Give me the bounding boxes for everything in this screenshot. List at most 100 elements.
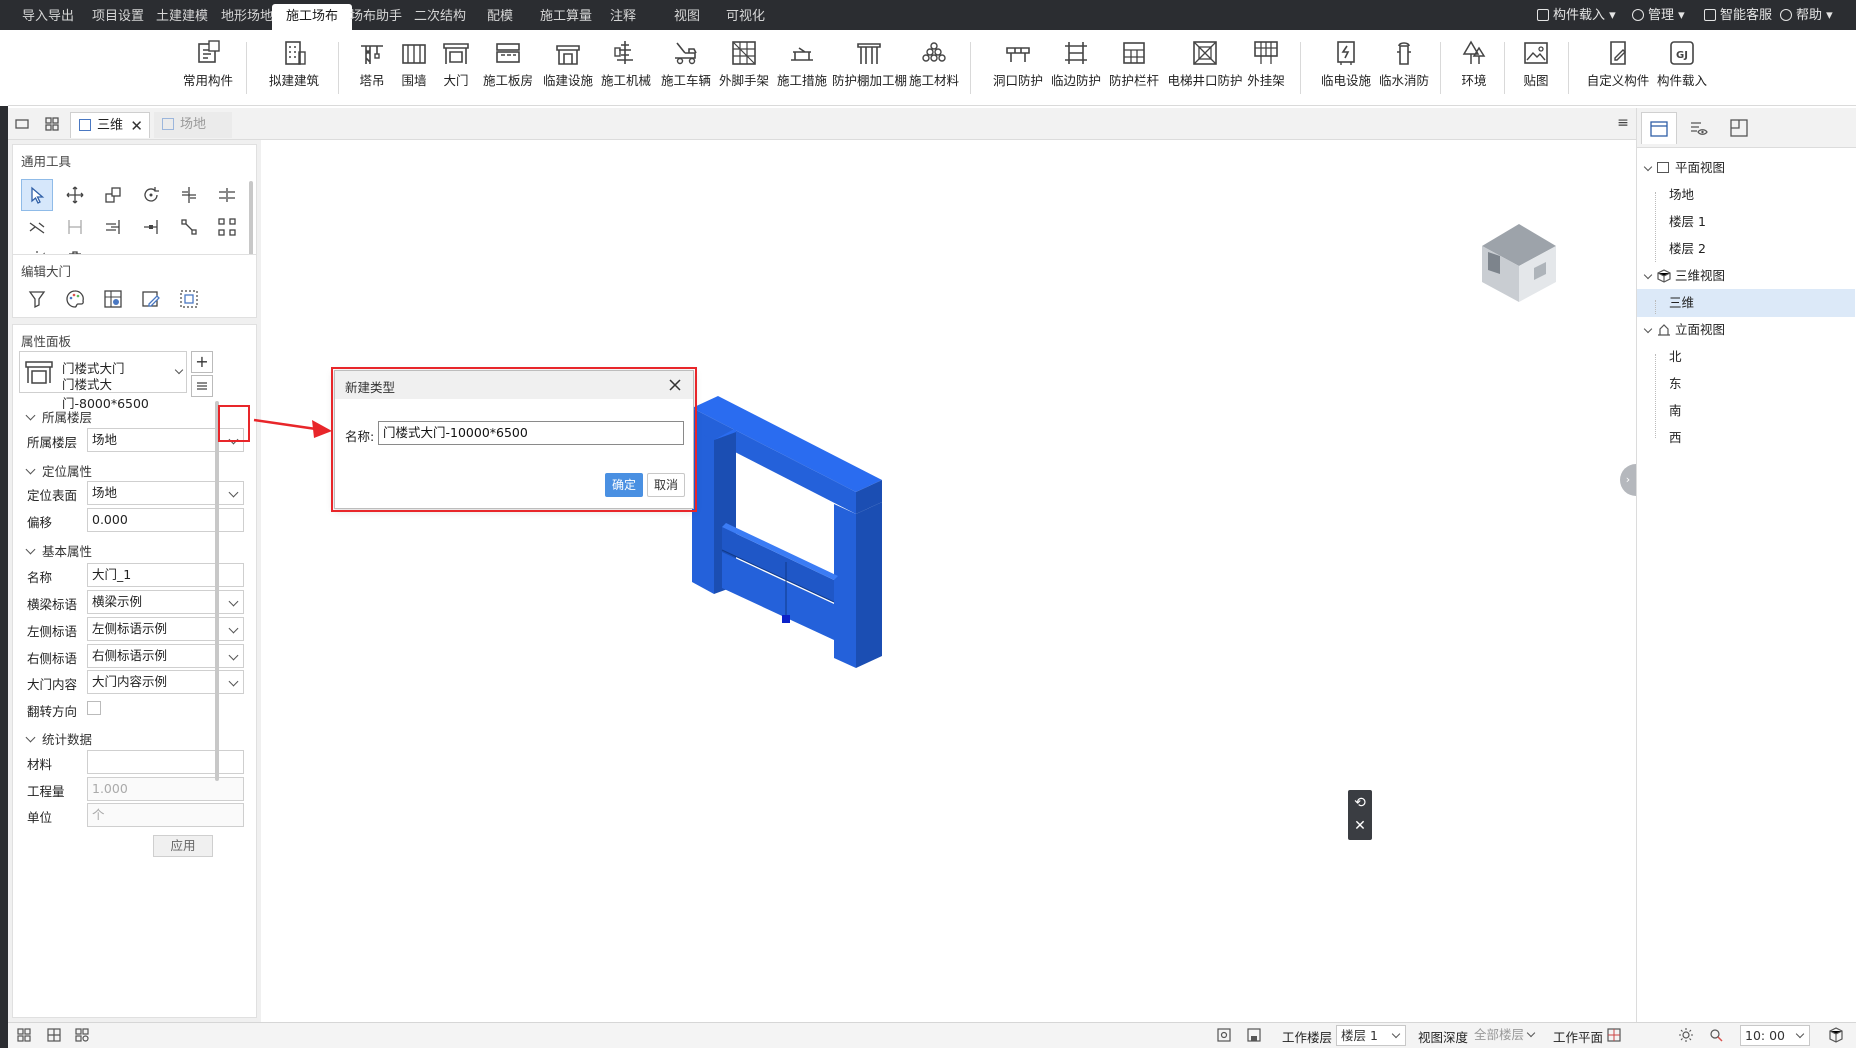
edit-type-tool[interactable] xyxy=(135,283,167,315)
menu-tab-quantity[interactable]: 施工算量 xyxy=(526,4,606,30)
view-cube-icon[interactable] xyxy=(1474,216,1564,306)
extend-tool[interactable] xyxy=(97,211,129,243)
layout-grid-icon[interactable] xyxy=(46,1027,62,1043)
environment-button[interactable]: 环境 xyxy=(1456,36,1492,100)
view-depth-select[interactable]: 全部楼层 xyxy=(1470,1025,1540,1046)
layout-single-icon[interactable] xyxy=(16,1027,32,1043)
floor-select[interactable]: 场地 xyxy=(87,428,244,452)
tree-node-3d[interactable]: 三维 xyxy=(1637,289,1855,317)
cancel-button[interactable]: 取消 xyxy=(647,473,685,497)
menu-tab-secondary-structure[interactable]: 二次结构 xyxy=(400,4,480,30)
cube-view-icon[interactable] xyxy=(1828,1027,1844,1043)
break-tool[interactable] xyxy=(21,211,53,243)
no-shadow-icon[interactable] xyxy=(1708,1027,1724,1043)
ok-button[interactable]: 确定 xyxy=(605,473,643,497)
menu-tab-formwork[interactable]: 配模 xyxy=(473,4,527,30)
construction-machinery-button[interactable]: 施工机械 xyxy=(598,36,654,100)
time-select[interactable]: 10: 00 xyxy=(1740,1025,1810,1046)
apply-button[interactable]: 应用 xyxy=(153,835,213,857)
type-settings-button[interactable] xyxy=(191,375,213,397)
offset-input[interactable]: 0.000 xyxy=(87,508,244,532)
split-tool[interactable] xyxy=(173,211,205,243)
tab-visibility[interactable] xyxy=(1681,112,1717,144)
protective-shed-button[interactable]: 防护棚加工棚 xyxy=(832,36,907,100)
tower-crane-button[interactable]: 塔吊 xyxy=(354,36,390,100)
right-slogan-select[interactable]: 右侧标语示例 xyxy=(87,644,244,668)
save-view-icon[interactable] xyxy=(1246,1027,1262,1043)
temporary-facility-button[interactable]: 临建设施 xyxy=(540,36,596,100)
construction-vehicle-button[interactable]: 施工车辆 xyxy=(658,36,714,100)
reset-view-icon[interactable]: ⟲ xyxy=(1351,794,1369,812)
align-tool[interactable] xyxy=(173,179,205,211)
section-floor[interactable]: 所属楼层 xyxy=(25,407,92,426)
external-scaffold-button[interactable]: 外脚手架 xyxy=(716,36,772,100)
manage-menu[interactable]: 管理 ▾ xyxy=(1632,5,1685,27)
doc-tab-site[interactable]: 场地 xyxy=(154,112,232,138)
view-toggle-icon[interactable] xyxy=(14,116,30,132)
tree-node-plan-views[interactable]: 平面视图 xyxy=(1637,154,1855,182)
proposed-building-button[interactable]: 拟建建筑 xyxy=(266,36,322,100)
type-name-input[interactable]: 门楼式大门-10000*6500 xyxy=(378,421,684,445)
enclosure-wall-button[interactable]: 围墙 xyxy=(396,36,432,100)
gate-button[interactable]: 大门 xyxy=(438,36,474,100)
close-icon[interactable]: ✕ xyxy=(1351,817,1369,835)
filter-tool[interactable] xyxy=(21,283,53,315)
select-similar-tool[interactable] xyxy=(173,283,205,315)
new-type-button[interactable]: + xyxy=(191,351,213,373)
guard-rail-button[interactable]: 防护栏杆 xyxy=(1106,36,1162,100)
work-floor-select[interactable]: 楼层 1 xyxy=(1336,1025,1406,1046)
texture-tool[interactable] xyxy=(97,283,129,315)
tab-views[interactable] xyxy=(1641,112,1677,144)
tree-node-3d-views[interactable]: 三维视图 xyxy=(1637,262,1855,290)
construction-material-button[interactable]: 施工材料 xyxy=(906,36,962,100)
select-tool[interactable] xyxy=(21,179,53,211)
tree-node-south[interactable]: 南 xyxy=(1637,397,1855,425)
flip-checkbox[interactable] xyxy=(87,701,101,715)
copy-tool[interactable] xyxy=(97,179,129,211)
rotate-tool[interactable] xyxy=(135,179,167,211)
name-input[interactable]: 大门_1 xyxy=(87,563,244,587)
offset-tool[interactable] xyxy=(211,179,243,211)
doc-tab-3d[interactable]: 三维 ✕ xyxy=(70,112,150,138)
component-load-button[interactable]: GJ 构件载入 xyxy=(1654,36,1710,100)
tree-node-elevation-views[interactable]: 立面视图 xyxy=(1637,316,1855,344)
section-stats[interactable]: 统计数据 xyxy=(25,729,92,748)
grid-view-icon[interactable] xyxy=(44,116,60,132)
menu-lines-icon[interactable]: ≡ xyxy=(1614,114,1632,132)
construction-measures-button[interactable]: 施工措施 xyxy=(774,36,830,100)
properties-scrollbar[interactable] xyxy=(215,401,219,781)
tree-node-floor-1[interactable]: 楼层 1 xyxy=(1637,208,1855,236)
material-input[interactable] xyxy=(87,750,244,774)
work-plane-icon[interactable] xyxy=(1606,1027,1622,1043)
dialog-close-button[interactable] xyxy=(665,375,685,395)
hanging-frame-button[interactable]: 外挂架 xyxy=(1244,36,1288,100)
measure-tool[interactable] xyxy=(59,211,91,243)
gate-3d-model[interactable] xyxy=(682,380,932,680)
array-tool[interactable] xyxy=(211,211,243,243)
menu-tab-visualization[interactable]: 可视化 xyxy=(712,4,779,30)
sun-icon[interactable] xyxy=(1678,1027,1694,1043)
type-selector[interactable]: 门楼式大门 门楼式大门-8000*6500 xyxy=(19,351,187,411)
water-fire-button[interactable]: 临水消防 xyxy=(1376,36,1432,100)
menu-tab-annotation[interactable]: 注释 xyxy=(596,4,650,30)
tree-node-north[interactable]: 北 xyxy=(1637,343,1855,371)
common-component-button[interactable]: 常用构件 xyxy=(180,36,236,100)
beam-slogan-select[interactable]: 横梁示例 xyxy=(87,590,244,614)
layout-multi-icon[interactable] xyxy=(74,1027,90,1043)
section-position[interactable]: 定位属性 xyxy=(25,461,92,480)
close-tab-icon[interactable]: ✕ xyxy=(130,113,143,139)
collapse-panel-handle[interactable]: › xyxy=(1620,464,1636,496)
move-tool[interactable] xyxy=(59,179,91,211)
section-basic[interactable]: 基本属性 xyxy=(25,541,92,560)
zoom-fit-icon[interactable] xyxy=(1216,1027,1232,1043)
custom-component-button[interactable]: 自定义构件 xyxy=(1584,36,1652,100)
tab-layout[interactable] xyxy=(1721,112,1757,144)
palette-tool[interactable] xyxy=(59,283,91,315)
surface-select[interactable]: 场地 xyxy=(87,481,244,505)
tree-node-west[interactable]: 西 xyxy=(1637,424,1855,452)
left-slogan-select[interactable]: 左侧标语示例 xyxy=(87,617,244,641)
tree-node-east[interactable]: 东 xyxy=(1637,370,1855,398)
3d-viewport[interactable]: ⟲ ✕ › xyxy=(262,140,1636,1022)
gate-content-select[interactable]: 大门内容示例 xyxy=(87,670,244,694)
menu-tab-view[interactable]: 视图 xyxy=(660,4,714,30)
